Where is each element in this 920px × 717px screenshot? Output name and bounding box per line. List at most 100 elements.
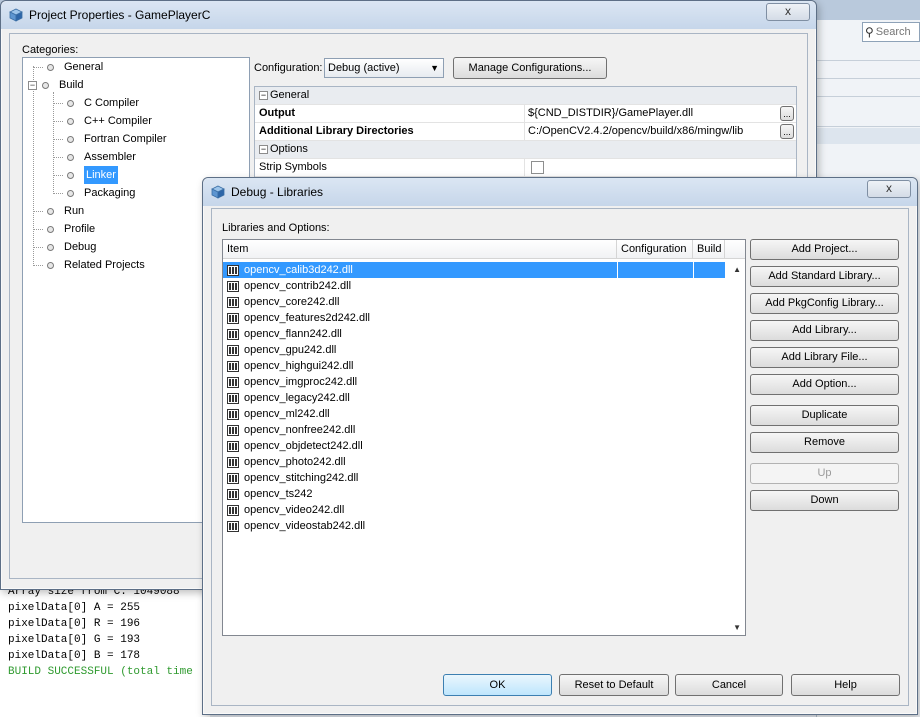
tree-item-fortran-compiler[interactable]: Fortran Compiler xyxy=(67,130,167,148)
tree-item-run[interactable]: Run xyxy=(47,202,84,220)
help-button[interactable]: Help xyxy=(791,674,900,696)
configuration-select[interactable]: Debug (active) ▼ xyxy=(324,58,444,78)
tree-item-debug[interactable]: Debug xyxy=(47,238,96,256)
property-row-output[interactable]: Output ${CND_DISTDIR}/GamePlayer.dll ... xyxy=(255,105,796,123)
library-name: opencv_videostab242.dll xyxy=(244,520,366,532)
tree-item-label: Debug xyxy=(64,241,97,253)
column-separator xyxy=(693,374,694,390)
up-button[interactable]: Up xyxy=(750,463,899,484)
property-value[interactable]: ${CND_DISTDIR}/GamePlayer.dll xyxy=(528,107,693,119)
column-separator xyxy=(693,358,694,374)
tree-item-linker[interactable]: Linker xyxy=(67,166,118,184)
library-row[interactable]: opencv_photo242.dll xyxy=(223,454,725,470)
library-row[interactable]: opencv_features2d242.dll xyxy=(223,310,725,326)
output-console: Array size from C: 1049088 pixelData[0] … xyxy=(0,584,210,717)
scroll-up-arrow-icon[interactable]: ▲ xyxy=(733,265,741,274)
library-name: opencv_stitching242.dll xyxy=(244,472,359,484)
tree-node-icon xyxy=(47,207,54,215)
tree-item-general[interactable]: General xyxy=(47,58,103,76)
libraries-titlebar[interactable]: Debug - Libraries x xyxy=(203,178,917,206)
column-separator xyxy=(693,278,694,294)
library-row[interactable]: opencv_highgui242.dll xyxy=(223,358,725,374)
library-name: opencv_core242.dll xyxy=(244,296,340,308)
library-name: opencv_nonfree242.dll xyxy=(244,424,356,436)
library-name: opencv_imgproc242.dll xyxy=(244,376,358,388)
close-button[interactable]: x xyxy=(766,3,810,21)
duplicate-button[interactable]: Duplicate xyxy=(750,405,899,426)
tree-item-packaging[interactable]: Packaging xyxy=(67,184,135,202)
property-row-strip-symbols[interactable]: Strip Symbols xyxy=(255,159,796,177)
library-row[interactable]: opencv_nonfree242.dll xyxy=(223,422,725,438)
library-row[interactable]: opencv_ts242 xyxy=(223,486,725,502)
add-option-button[interactable]: Add Option... xyxy=(750,374,899,395)
library-row[interactable]: opencv_contrib242.dll xyxy=(223,278,725,294)
remove-button[interactable]: Remove xyxy=(750,432,899,453)
tree-line xyxy=(33,247,43,248)
library-row[interactable]: opencv_videostab242.dll xyxy=(223,518,725,534)
column-separator xyxy=(617,518,618,534)
column-separator xyxy=(693,438,694,454)
close-button[interactable]: x xyxy=(867,180,911,198)
cancel-button[interactable]: Cancel xyxy=(675,674,783,696)
library-row[interactable]: opencv_calib3d242.dll xyxy=(223,262,725,278)
column-header-build[interactable]: Build xyxy=(693,240,725,259)
property-value[interactable]: C:/OpenCV2.4.2/opencv/build/x86/mingw/li… xyxy=(528,125,743,137)
column-header-item[interactable]: Item xyxy=(223,240,617,259)
tree-item-c-compiler[interactable]: C Compiler xyxy=(67,94,139,112)
library-row[interactable]: opencv_objdetect242.dll xyxy=(223,438,725,454)
tree-line xyxy=(53,92,54,194)
reset-to-default-button[interactable]: Reset to Default xyxy=(559,674,669,696)
property-divider xyxy=(524,159,525,176)
column-separator xyxy=(693,262,694,278)
tree-line xyxy=(33,67,43,68)
tree-item-cpp-compiler[interactable]: C++ Compiler xyxy=(67,112,152,130)
ide-search-input[interactable] xyxy=(875,26,914,38)
library-row[interactable]: opencv_flann242.dll xyxy=(223,326,725,342)
tree-item-profile[interactable]: Profile xyxy=(47,220,95,238)
section-general[interactable]: − General xyxy=(255,87,796,105)
tree-node-icon xyxy=(67,117,74,125)
tree-line xyxy=(53,193,63,194)
library-row[interactable]: opencv_gpu242.dll xyxy=(223,342,725,358)
add-standard-library-button[interactable]: Add Standard Library... xyxy=(750,266,899,287)
tree-item-label: Linker xyxy=(84,166,118,184)
library-row[interactable]: opencv_imgproc242.dll xyxy=(223,374,725,390)
library-row[interactable]: opencv_ml242.dll xyxy=(223,406,725,422)
tree-item-label: C Compiler xyxy=(84,97,140,109)
ok-button[interactable]: OK xyxy=(443,674,552,696)
column-separator xyxy=(617,486,618,502)
collapse-icon[interactable]: − xyxy=(259,91,268,100)
column-separator xyxy=(617,294,618,310)
chevron-down-icon: ▼ xyxy=(430,63,439,73)
column-header-configuration[interactable]: Configuration xyxy=(617,240,693,259)
scroll-down-arrow-icon[interactable]: ▼ xyxy=(733,623,741,632)
manage-configurations-button[interactable]: Manage Configurations... xyxy=(453,57,607,79)
collapse-icon[interactable]: − xyxy=(259,145,268,154)
property-name: Strip Symbols xyxy=(259,161,327,173)
library-icon xyxy=(227,312,239,324)
library-row[interactable]: opencv_legacy242.dll xyxy=(223,390,725,406)
debug-libraries-dialog: Debug - Libraries x Libraries and Option… xyxy=(202,177,918,715)
libraries-list: opencv_calib3d242.dll opencv_contrib242.d… xyxy=(223,262,725,534)
ide-search-box[interactable]: ⚲ xyxy=(862,22,920,42)
project-properties-titlebar[interactable]: Project Properties - GamePlayerC x xyxy=(1,1,816,29)
add-library-button[interactable]: Add Library... xyxy=(750,320,899,341)
property-row-additional-library-directories[interactable]: Additional Library Directories C:/OpenCV… xyxy=(255,123,796,141)
tree-item-assembler[interactable]: Assembler xyxy=(67,148,136,166)
library-row[interactable]: opencv_video242.dll xyxy=(223,502,725,518)
browse-button[interactable]: ... xyxy=(780,124,794,139)
down-button[interactable]: Down xyxy=(750,490,899,511)
add-project-button[interactable]: Add Project... xyxy=(750,239,899,260)
browse-button[interactable]: ... xyxy=(780,106,794,121)
tree-item-build[interactable]: − Build xyxy=(28,76,83,94)
add-library-file-button[interactable]: Add Library File... xyxy=(750,347,899,368)
library-row[interactable]: opencv_core242.dll xyxy=(223,294,725,310)
tree-item-related-projects[interactable]: Related Projects xyxy=(47,256,145,274)
libraries-table[interactable]: Item Configuration Build opencv_calib3d2… xyxy=(222,239,746,636)
library-name: opencv_photo242.dll xyxy=(244,456,346,468)
library-row[interactable]: opencv_stitching242.dll xyxy=(223,470,725,486)
section-options[interactable]: − Options xyxy=(255,141,796,159)
collapse-icon[interactable]: − xyxy=(28,80,37,90)
add-pkgconfig-library-button[interactable]: Add PkgConfig Library... xyxy=(750,293,899,314)
strip-symbols-checkbox[interactable] xyxy=(531,161,544,174)
